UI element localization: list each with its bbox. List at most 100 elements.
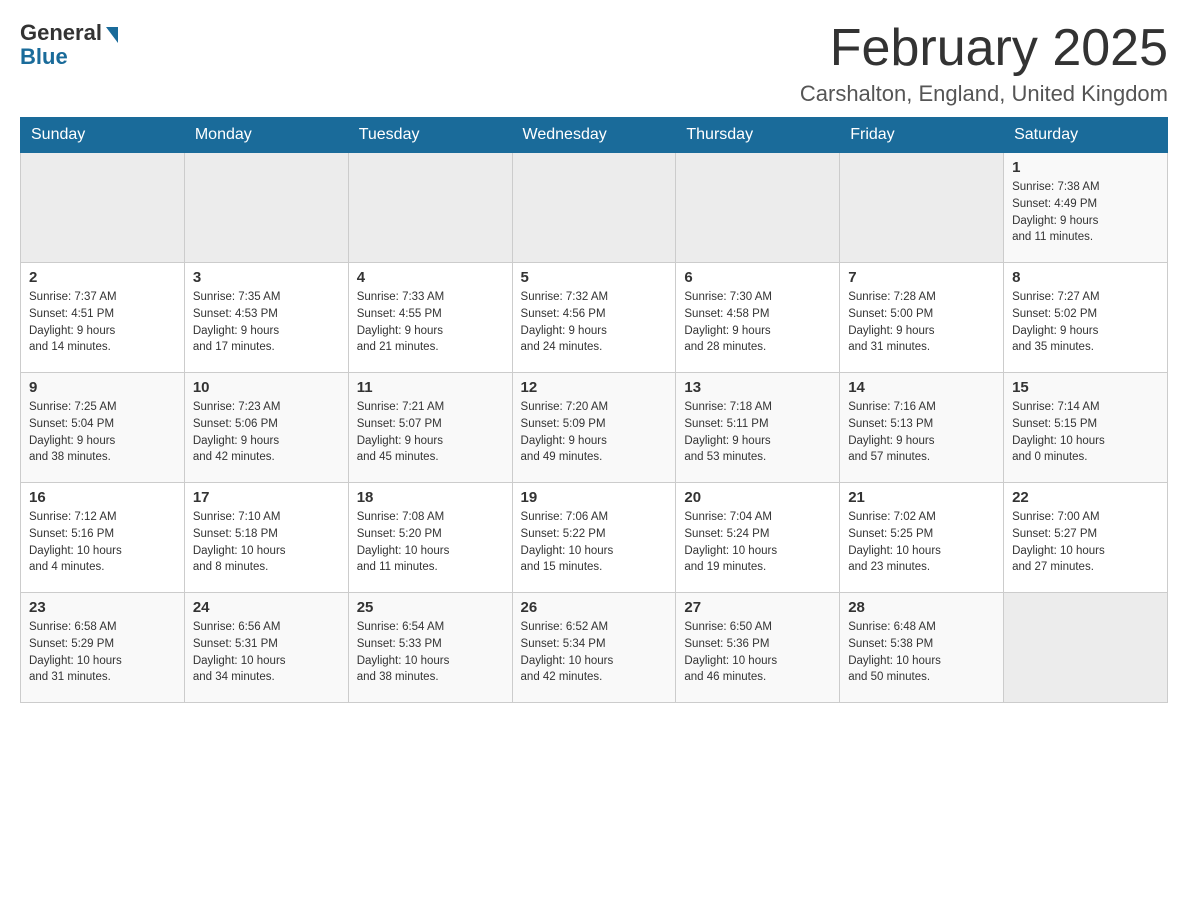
day-info: Sunrise: 6:52 AM Sunset: 5:34 PM Dayligh…	[521, 619, 668, 686]
day-number: 21	[848, 489, 995, 506]
day-number: 24	[193, 599, 340, 616]
day-info: Sunrise: 7:08 AM Sunset: 5:20 PM Dayligh…	[357, 509, 504, 576]
weekday-header: Sunday	[21, 118, 185, 153]
day-number: 9	[29, 379, 176, 396]
day-info: Sunrise: 7:23 AM Sunset: 5:06 PM Dayligh…	[193, 399, 340, 466]
day-info: Sunrise: 7:20 AM Sunset: 5:09 PM Dayligh…	[521, 399, 668, 466]
weekday-header: Friday	[840, 118, 1004, 153]
day-number: 7	[848, 269, 995, 286]
calendar-day-cell: 25 Sunrise: 6:54 AM Sunset: 5:33 PM Dayli…	[348, 593, 512, 703]
day-number: 10	[193, 379, 340, 396]
calendar-day-cell: 27 Sunrise: 6:50 AM Sunset: 5:36 PM Dayli…	[676, 593, 840, 703]
day-number: 1	[1012, 159, 1159, 176]
calendar-day-cell	[21, 153, 185, 263]
calendar-day-cell: 28 Sunrise: 6:48 AM Sunset: 5:38 PM Dayli…	[840, 593, 1004, 703]
day-info: Sunrise: 7:18 AM Sunset: 5:11 PM Dayligh…	[684, 399, 831, 466]
logo-arrow-icon	[106, 27, 118, 43]
calendar-day-cell	[1004, 593, 1168, 703]
day-info: Sunrise: 7:28 AM Sunset: 5:00 PM Dayligh…	[848, 289, 995, 356]
calendar-day-cell: 18 Sunrise: 7:08 AM Sunset: 5:20 PM Dayli…	[348, 483, 512, 593]
calendar-day-cell: 19 Sunrise: 7:06 AM Sunset: 5:22 PM Dayli…	[512, 483, 676, 593]
calendar-day-cell: 15 Sunrise: 7:14 AM Sunset: 5:15 PM Dayli…	[1004, 373, 1168, 483]
day-info: Sunrise: 6:54 AM Sunset: 5:33 PM Dayligh…	[357, 619, 504, 686]
logo: General Blue	[20, 20, 118, 70]
day-number: 16	[29, 489, 176, 506]
calendar-week-row: 2Sunrise: 7:37 AM Sunset: 4:51 PM Daylig…	[21, 263, 1168, 373]
day-info: Sunrise: 7:16 AM Sunset: 5:13 PM Dayligh…	[848, 399, 995, 466]
day-number: 3	[193, 269, 340, 286]
day-info: Sunrise: 6:56 AM Sunset: 5:31 PM Dayligh…	[193, 619, 340, 686]
calendar-day-cell	[676, 153, 840, 263]
calendar-day-cell: 12 Sunrise: 7:20 AM Sunset: 5:09 PM Dayli…	[512, 373, 676, 483]
calendar-day-cell: 23 Sunrise: 6:58 AM Sunset: 5:29 PM Dayli…	[21, 593, 185, 703]
day-number: 28	[848, 599, 995, 616]
calendar-day-cell: 1 Sunrise: 7:38 AM Sunset: 4:49 PM Daylig…	[1004, 153, 1168, 263]
day-info: Sunrise: 7:00 AM Sunset: 5:27 PM Dayligh…	[1012, 509, 1159, 576]
page-header: General Blue February 2025 Carshalton, E…	[20, 20, 1168, 107]
calendar-day-cell: 11 Sunrise: 7:21 AM Sunset: 5:07 PM Dayli…	[348, 373, 512, 483]
day-number: 13	[684, 379, 831, 396]
calendar-week-row: 23 Sunrise: 6:58 AM Sunset: 5:29 PM Dayli…	[21, 593, 1168, 703]
calendar-day-cell: 3 Sunrise: 7:35 AM Sunset: 4:53 PM Daylig…	[184, 263, 348, 373]
day-number: 5	[521, 269, 668, 286]
day-number: 19	[521, 489, 668, 506]
weekday-header: Wednesday	[512, 118, 676, 153]
calendar-day-cell: 2Sunrise: 7:37 AM Sunset: 4:51 PM Daylig…	[21, 263, 185, 373]
calendar-day-cell: 7 Sunrise: 7:28 AM Sunset: 5:00 PM Daylig…	[840, 263, 1004, 373]
calendar-day-cell: 10 Sunrise: 7:23 AM Sunset: 5:06 PM Dayli…	[184, 373, 348, 483]
day-number: 15	[1012, 379, 1159, 396]
day-number: 20	[684, 489, 831, 506]
calendar-week-row: 1 Sunrise: 7:38 AM Sunset: 4:49 PM Daylig…	[21, 153, 1168, 263]
weekday-header: Tuesday	[348, 118, 512, 153]
calendar-table: SundayMondayTuesdayWednesdayThursdayFrid…	[20, 117, 1168, 703]
calendar-day-cell: 6 Sunrise: 7:30 AM Sunset: 4:58 PM Daylig…	[676, 263, 840, 373]
day-info: Sunrise: 7:12 AM Sunset: 5:16 PM Dayligh…	[29, 509, 176, 576]
day-number: 14	[848, 379, 995, 396]
calendar-day-cell: 14 Sunrise: 7:16 AM Sunset: 5:13 PM Dayli…	[840, 373, 1004, 483]
calendar-day-cell: 9 Sunrise: 7:25 AM Sunset: 5:04 PM Daylig…	[21, 373, 185, 483]
calendar-day-cell: 4 Sunrise: 7:33 AM Sunset: 4:55 PM Daylig…	[348, 263, 512, 373]
day-info: Sunrise: 7:06 AM Sunset: 5:22 PM Dayligh…	[521, 509, 668, 576]
calendar-week-row: 16 Sunrise: 7:12 AM Sunset: 5:16 PM Dayli…	[21, 483, 1168, 593]
day-number: 23	[29, 599, 176, 616]
day-info: Sunrise: 7:30 AM Sunset: 4:58 PM Dayligh…	[684, 289, 831, 356]
day-number: 25	[357, 599, 504, 616]
day-info: Sunrise: 6:58 AM Sunset: 5:29 PM Dayligh…	[29, 619, 176, 686]
day-number: 12	[521, 379, 668, 396]
calendar-day-cell: 5 Sunrise: 7:32 AM Sunset: 4:56 PM Daylig…	[512, 263, 676, 373]
calendar-day-cell: 26 Sunrise: 6:52 AM Sunset: 5:34 PM Dayli…	[512, 593, 676, 703]
calendar-day-cell	[184, 153, 348, 263]
logo-general-text: General	[20, 20, 102, 46]
day-number: 2	[29, 269, 176, 286]
day-info: Sunrise: 7:32 AM Sunset: 4:56 PM Dayligh…	[521, 289, 668, 356]
calendar-header-row: SundayMondayTuesdayWednesdayThursdayFrid…	[21, 118, 1168, 153]
day-number: 8	[1012, 269, 1159, 286]
day-number: 26	[521, 599, 668, 616]
day-info: Sunrise: 7:38 AM Sunset: 4:49 PM Dayligh…	[1012, 179, 1159, 246]
day-number: 6	[684, 269, 831, 286]
day-info: Sunrise: 6:48 AM Sunset: 5:38 PM Dayligh…	[848, 619, 995, 686]
calendar-day-cell: 20 Sunrise: 7:04 AM Sunset: 5:24 PM Dayli…	[676, 483, 840, 593]
day-number: 11	[357, 379, 504, 396]
calendar-day-cell	[840, 153, 1004, 263]
calendar-day-cell: 21 Sunrise: 7:02 AM Sunset: 5:25 PM Dayli…	[840, 483, 1004, 593]
day-number: 22	[1012, 489, 1159, 506]
day-number: 18	[357, 489, 504, 506]
logo-blue-text: Blue	[20, 44, 68, 70]
day-info: Sunrise: 7:14 AM Sunset: 5:15 PM Dayligh…	[1012, 399, 1159, 466]
day-info: Sunrise: 7:25 AM Sunset: 5:04 PM Dayligh…	[29, 399, 176, 466]
calendar-week-row: 9 Sunrise: 7:25 AM Sunset: 5:04 PM Daylig…	[21, 373, 1168, 483]
day-info: Sunrise: 7:35 AM Sunset: 4:53 PM Dayligh…	[193, 289, 340, 356]
day-number: 17	[193, 489, 340, 506]
day-info: Sunrise: 7:02 AM Sunset: 5:25 PM Dayligh…	[848, 509, 995, 576]
day-info: Sunrise: 7:04 AM Sunset: 5:24 PM Dayligh…	[684, 509, 831, 576]
calendar-day-cell	[512, 153, 676, 263]
day-number: 27	[684, 599, 831, 616]
day-info: Sunrise: 7:21 AM Sunset: 5:07 PM Dayligh…	[357, 399, 504, 466]
day-info: Sunrise: 7:33 AM Sunset: 4:55 PM Dayligh…	[357, 289, 504, 356]
day-info: Sunrise: 6:50 AM Sunset: 5:36 PM Dayligh…	[684, 619, 831, 686]
day-number: 4	[357, 269, 504, 286]
calendar-day-cell	[348, 153, 512, 263]
calendar-day-cell: 24 Sunrise: 6:56 AM Sunset: 5:31 PM Dayli…	[184, 593, 348, 703]
day-info: Sunrise: 7:27 AM Sunset: 5:02 PM Dayligh…	[1012, 289, 1159, 356]
